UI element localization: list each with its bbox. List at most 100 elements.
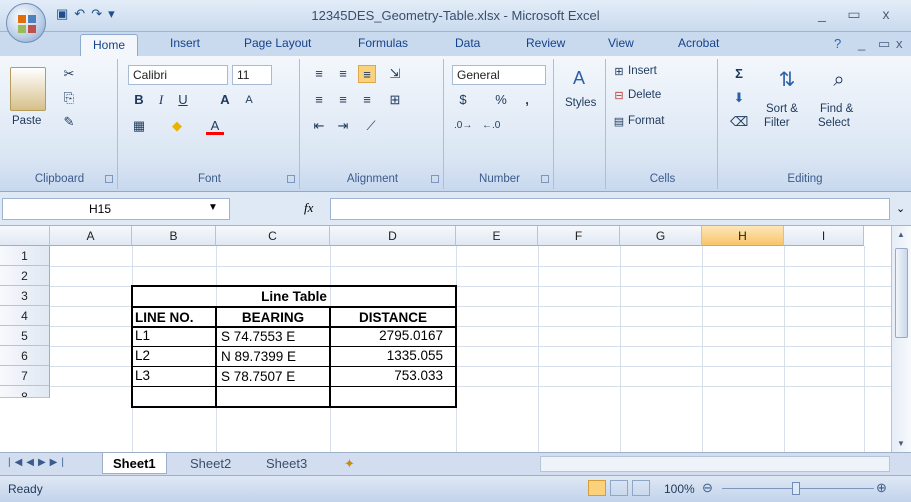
column-header-g[interactable]: G <box>620 226 702 246</box>
zoom-level[interactable]: 100% <box>664 482 695 496</box>
table-cell[interactable]: S 78.7507 E <box>221 367 295 387</box>
scroll-up-icon[interactable]: ▲ <box>897 230 905 239</box>
align-left-icon[interactable]: ≡ <box>310 91 328 109</box>
autosum-button[interactable]: Σ <box>730 65 748 83</box>
row-header[interactable]: 3 <box>0 286 50 306</box>
ribbon-restore-button[interactable]: ▭ <box>878 36 890 52</box>
column-header-d[interactable]: D <box>330 226 456 246</box>
row-header[interactable]: 7 <box>0 366 50 386</box>
tab-review[interactable]: Review <box>526 36 565 50</box>
fill-color-icon[interactable]: ◆ <box>168 117 186 135</box>
table-cell[interactable]: L3 <box>135 366 150 386</box>
orientation-icon[interactable]: ⟋ <box>362 117 380 135</box>
underline-button[interactable]: U <box>174 91 192 109</box>
table-cell[interactable]: S 74.7553 E <box>221 327 295 347</box>
styles-icon[interactable]: A <box>570 69 588 87</box>
paste-button[interactable]: Paste <box>12 115 41 127</box>
column-header-f[interactable]: F <box>538 226 620 246</box>
tab-formulas[interactable]: Formulas <box>358 36 408 50</box>
tab-page-layout[interactable]: Page Layout <box>244 36 311 50</box>
table-cell[interactable]: L2 <box>135 346 150 366</box>
number-format-select[interactable]: General <box>452 65 546 85</box>
column-header-i[interactable]: I <box>784 226 864 246</box>
select-all-corner[interactable] <box>0 226 50 246</box>
insert-function-button[interactable]: fx <box>304 200 313 216</box>
zoom-out-icon[interactable]: ⊖ <box>702 480 713 496</box>
table-header-bearing[interactable]: BEARING <box>217 308 329 328</box>
align-center-icon[interactable]: ≡ <box>334 91 352 109</box>
sheet-tab-sheet3[interactable]: Sheet3 <box>256 453 317 474</box>
sheet-tab-sheet2[interactable]: Sheet2 <box>180 453 241 474</box>
row-header[interactable]: 8 <box>0 386 50 398</box>
bold-button[interactable]: B <box>130 91 148 109</box>
maximize-button[interactable]: ▭ <box>842 6 866 23</box>
font-size-select[interactable]: 11 <box>232 65 272 85</box>
decrease-decimal-icon[interactable]: ←.0 <box>482 117 500 135</box>
vertical-scrollbar[interactable]: ▲ ▼ <box>891 226 911 452</box>
clear-icon[interactable]: ⌫ <box>730 113 748 131</box>
zoom-slider-thumb[interactable] <box>792 482 800 495</box>
comma-button[interactable]: , <box>518 91 536 109</box>
minimize-button[interactable]: _ <box>810 6 834 22</box>
sort-label[interactable]: Sort & <box>766 103 798 115</box>
font-launcher-icon[interactable] <box>287 175 295 183</box>
tab-insert[interactable]: Insert <box>170 36 200 50</box>
insert-cells-button[interactable]: Insert <box>628 65 657 77</box>
tab-view[interactable]: View <box>608 36 634 50</box>
expand-formula-icon[interactable]: ⌄ <box>896 202 905 215</box>
clipboard-launcher-icon[interactable] <box>105 175 113 183</box>
office-button[interactable] <box>6 3 46 43</box>
vertical-scroll-thumb[interactable] <box>895 248 908 338</box>
scroll-down-icon[interactable]: ▼ <box>897 439 905 448</box>
filter-label[interactable]: Filter <box>764 117 790 129</box>
decrease-indent-icon[interactable]: ⇤ <box>310 117 328 135</box>
font-color-button[interactable]: A <box>206 117 224 135</box>
percent-button[interactable]: % <box>492 91 510 109</box>
font-name-select[interactable]: Calibri <box>128 65 228 85</box>
merge-center-icon[interactable]: ⊞ <box>386 91 404 109</box>
name-box-dropdown-icon[interactable]: ▼ <box>208 202 218 213</box>
column-header-c[interactable]: C <box>216 226 330 246</box>
insert-sheet-icon[interactable]: ✦ <box>334 453 365 474</box>
close-button[interactable]: x <box>874 6 898 22</box>
alignment-launcher-icon[interactable] <box>431 175 439 183</box>
table-cell[interactable]: 753.033 <box>331 366 443 386</box>
page-layout-view-icon[interactable] <box>610 480 628 496</box>
align-bottom-icon[interactable]: ≡ <box>358 65 376 83</box>
shrink-font-button[interactable]: A <box>240 91 258 109</box>
borders-icon[interactable]: ▦ <box>130 117 148 135</box>
paste-icon[interactable] <box>10 67 46 111</box>
ribbon-close-button[interactable]: x <box>896 36 903 51</box>
select-label[interactable]: Select <box>818 117 850 129</box>
table-cell[interactable]: L1 <box>135 326 150 346</box>
align-top-icon[interactable]: ≡ <box>310 65 328 83</box>
ribbon-minimize-button[interactable]: _ <box>858 36 865 51</box>
styles-button[interactable]: Styles <box>565 97 596 109</box>
sort-filter-icon[interactable]: ⇅ <box>778 70 796 90</box>
align-right-icon[interactable]: ≡ <box>358 91 376 109</box>
zoom-in-icon[interactable]: ⊕ <box>876 480 887 496</box>
name-box[interactable]: H15 <box>2 198 230 220</box>
find-label[interactable]: Find & <box>820 103 853 115</box>
formula-input[interactable] <box>330 198 890 220</box>
tab-acrobat[interactable]: Acrobat <box>678 36 719 50</box>
row-header[interactable]: 4 <box>0 306 50 326</box>
normal-view-icon[interactable] <box>588 480 606 496</box>
increase-decimal-icon[interactable]: .0→ <box>454 117 472 135</box>
number-launcher-icon[interactable] <box>541 175 549 183</box>
column-header-b[interactable]: B <box>132 226 216 246</box>
row-header[interactable]: 2 <box>0 266 50 286</box>
cut-icon[interactable]: ✂ <box>60 65 78 83</box>
wrap-text-icon[interactable]: ⇲ <box>386 65 404 83</box>
help-icon[interactable]: ? <box>834 36 841 51</box>
sheet-tab-sheet1[interactable]: Sheet1 <box>102 453 167 474</box>
currency-button[interactable]: $ <box>454 91 472 109</box>
align-middle-icon[interactable]: ≡ <box>334 65 352 83</box>
worksheet-grid[interactable]: A B C D E F G H I 1 2 3 4 5 6 7 8 Line T… <box>0 226 911 452</box>
delete-cells-button[interactable]: Delete <box>628 89 661 101</box>
tab-home[interactable]: Home <box>80 34 139 57</box>
table-header-distance[interactable]: DISTANCE <box>331 308 455 328</box>
column-header-h[interactable]: H <box>702 226 784 246</box>
table-title[interactable]: Line Table <box>133 287 455 307</box>
format-painter-icon[interactable]: ✎ <box>60 113 78 131</box>
